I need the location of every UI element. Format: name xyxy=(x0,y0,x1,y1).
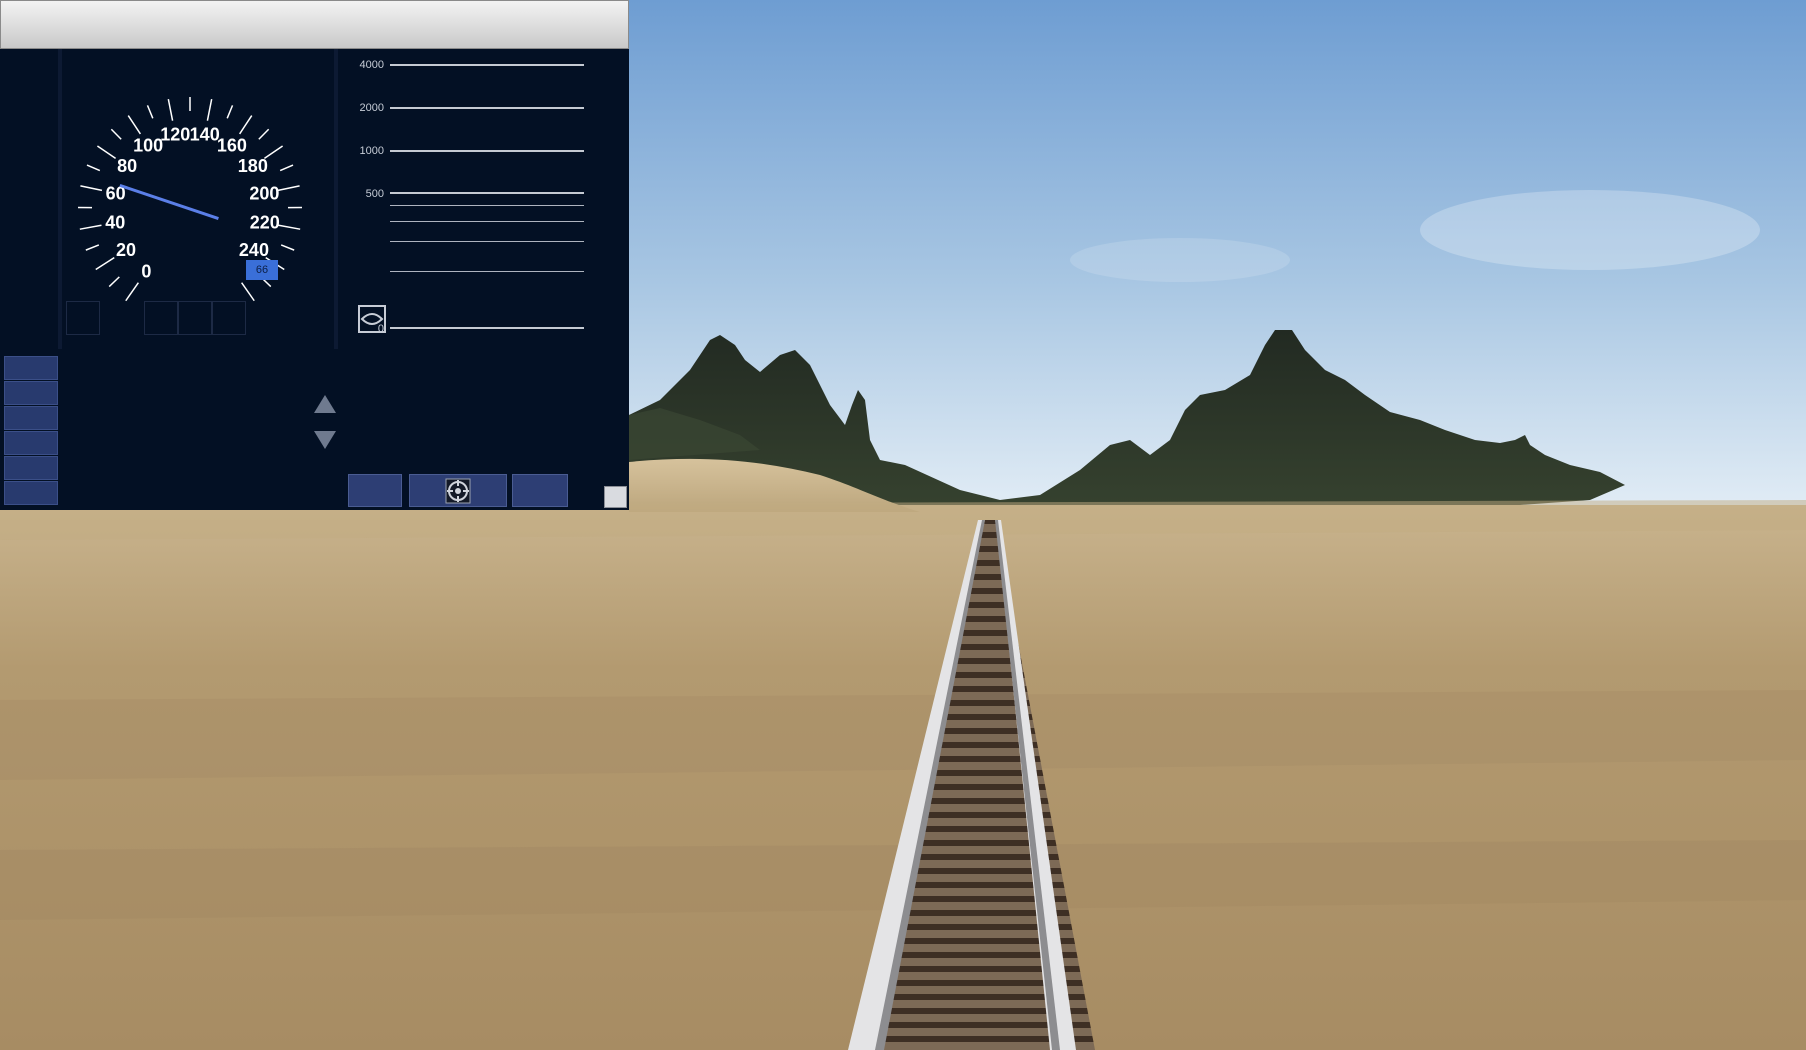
speedometer-label: 140 xyxy=(190,124,220,144)
digital-speed-readout: 66 xyxy=(246,260,278,280)
speedometer-tick xyxy=(96,145,117,159)
crosshair-button[interactable] xyxy=(409,474,507,507)
menu-button[interactable] xyxy=(4,356,58,380)
speedometer-tick xyxy=(206,98,213,121)
distance-label: 500 xyxy=(365,188,384,200)
distance-line xyxy=(390,150,584,152)
speedometer-tick xyxy=(127,115,142,135)
distance-line xyxy=(390,271,584,272)
speedometer: 0 20 40 60 80 100 120 140 160 180 200 220 240 66 xyxy=(62,49,386,349)
crosshair-icon xyxy=(445,478,471,504)
speedometer-tick xyxy=(80,185,103,192)
speedometer-tick xyxy=(280,244,295,251)
speedometer-label: 160 xyxy=(217,136,247,156)
speedometer-label: 0 xyxy=(141,261,151,281)
speedometer-label: 200 xyxy=(249,183,279,203)
menu-button[interactable] xyxy=(4,431,58,455)
distance-scale: 4000 2000 1000 500 0 xyxy=(338,49,598,349)
speedometer-label: 120 xyxy=(160,124,190,144)
speedometer-tick xyxy=(108,276,120,288)
status-box xyxy=(212,301,246,335)
speedometer-tick xyxy=(110,128,122,140)
distance-label: 2000 xyxy=(359,102,384,114)
arrow-up-icon[interactable] xyxy=(314,395,336,413)
status-box xyxy=(144,301,178,335)
menu-button[interactable] xyxy=(4,481,58,505)
distance-line xyxy=(390,327,584,329)
speedometer-tick xyxy=(79,224,102,230)
speedometer-label: 180 xyxy=(238,156,268,176)
speedometer-tick xyxy=(238,115,253,135)
distance-label: 0 xyxy=(377,323,384,335)
speedometer-tick xyxy=(241,282,255,302)
speedometer-needle xyxy=(119,183,219,220)
speedometer-tick xyxy=(167,98,174,121)
menu-button[interactable] xyxy=(4,456,58,480)
arrow-down-icon[interactable] xyxy=(314,431,336,449)
speedometer-tick xyxy=(226,105,234,119)
distance-label: 1000 xyxy=(359,145,384,157)
distance-line xyxy=(390,107,584,109)
status-box xyxy=(66,301,100,335)
speedometer-tick xyxy=(146,105,154,119)
speedometer-tick xyxy=(279,164,294,172)
dmi-panel: 0 20 40 60 80 100 120 140 160 180 200 220 240 66 400… xyxy=(0,49,629,510)
distance-line xyxy=(390,64,584,66)
speedometer-tick xyxy=(125,282,139,302)
menu-button[interactable] xyxy=(4,381,58,405)
distance-line xyxy=(390,192,584,194)
speedometer-label: 220 xyxy=(250,213,280,233)
status-box xyxy=(178,301,212,335)
distance-line xyxy=(390,221,584,222)
distance-label: 4000 xyxy=(359,59,384,71)
speedometer-tick xyxy=(278,224,301,230)
speedometer-label: 40 xyxy=(105,213,125,233)
window-title-bar[interactable] xyxy=(0,0,629,49)
bottom-button[interactable] xyxy=(512,474,568,507)
speedometer-label: 80 xyxy=(117,156,137,176)
distance-line xyxy=(390,205,584,206)
speedometer-tick xyxy=(95,256,115,271)
menu-button[interactable] xyxy=(4,406,58,430)
speedometer-tick xyxy=(277,185,300,192)
speedometer-label: 240 xyxy=(239,240,269,260)
distance-line xyxy=(390,241,584,242)
speedometer-label: 100 xyxy=(133,136,163,156)
square-button[interactable] xyxy=(604,486,627,508)
speedometer-label: 20 xyxy=(116,240,136,260)
speedometer-tick xyxy=(258,128,270,140)
bottom-button[interactable] xyxy=(348,474,402,507)
speedometer-tick xyxy=(85,244,100,251)
speedometer-tick xyxy=(86,164,101,172)
